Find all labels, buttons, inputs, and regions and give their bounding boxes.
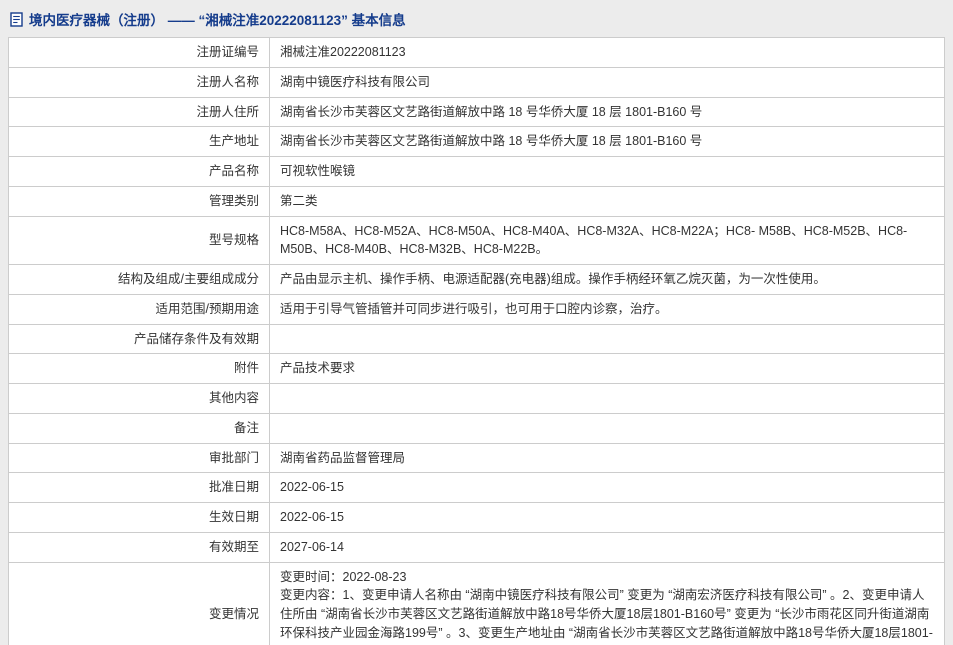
table-row: 生产地址 湖南省长沙市芙蓉区文艺路街道解放中路 18 号华侨大厦 18 层 180… xyxy=(8,126,945,157)
table-row: 产品名称 可视软性喉镜 xyxy=(8,156,945,187)
row-label: 审批部门 xyxy=(8,442,270,474)
table-row: 备注 xyxy=(8,412,945,444)
table-row: 产品储存条件及有效期 xyxy=(8,323,945,355)
table-row: 注册人住所 湖南省长沙市芙蓉区文艺路街道解放中路 18 号华侨大厦 18 层 18… xyxy=(8,96,945,128)
row-value: 变更时间：2022-08-23 变更内容：1、变更申请人名称由 “湖南中镜医疗科… xyxy=(269,561,945,645)
table-row: 型号规格 HC8-M58A、HC8-M52A、HC8-M50A、HC8-M40A、… xyxy=(8,215,945,265)
row-value: 可视软性喉镜 xyxy=(269,156,945,187)
row-label: 管理类别 xyxy=(8,185,270,217)
row-value xyxy=(269,383,945,414)
info-table-body: 注册证编号 湘械注准20222081123 注册人名称 湖南中镜医疗科技有限公司 注册人… xyxy=(8,37,945,645)
row-label: 注册证编号 xyxy=(8,37,270,68)
row-value: 湖南省长沙市芙蓉区文艺路街道解放中路 18 号华侨大厦 18 层 1801-B1… xyxy=(269,96,945,128)
row-label: 型号规格 xyxy=(8,215,270,265)
row-label: 附件 xyxy=(8,353,270,384)
row-label: 其他内容 xyxy=(8,383,270,414)
row-label: 变更情况 xyxy=(8,561,270,645)
table-row: 适用范围/预期用途 适用于引导气管插管并可同步进行吸引，也可用于口腔内诊察，治疗。 xyxy=(8,293,945,325)
row-value: 湘械注准20222081123 xyxy=(269,37,945,68)
row-value: 2022-06-15 xyxy=(269,472,945,503)
page-header: 境内医疗器械（注册） —— “湘械注准20222081123” 基本信息 xyxy=(0,0,953,36)
info-table: 注册证编号 湘械注准20222081123 注册人名称 湖南中镜医疗科技有限公司 注册人… xyxy=(8,37,945,645)
row-value: 产品技术要求 xyxy=(269,353,945,384)
table-row: 注册证编号 湘械注准20222081123 xyxy=(8,37,945,68)
document-icon xyxy=(10,11,23,27)
table-row: 管理类别 第二类 xyxy=(8,185,945,217)
row-label: 生效日期 xyxy=(8,502,270,533)
row-label: 有效期至 xyxy=(8,531,270,563)
row-label: 产品储存条件及有效期 xyxy=(8,323,270,355)
table-row: 审批部门 湖南省药品监督管理局 xyxy=(8,442,945,474)
table-row: 其他内容 xyxy=(8,383,945,414)
table-row: 有效期至 2027-06-14 xyxy=(8,531,945,563)
row-value xyxy=(269,412,945,444)
table-row: 变更情况 变更时间：2022-08-23 变更内容：1、变更申请人名称由 “湖南中… xyxy=(8,561,945,645)
table-row: 生效日期 2022-06-15 xyxy=(8,502,945,533)
row-label: 适用范围/预期用途 xyxy=(8,293,270,325)
table-row: 结构及组成/主要组成成分 产品由显示主机、操作手柄、电源适配器(充电器)组成。操作… xyxy=(8,264,945,295)
row-label: 结构及组成/主要组成成分 xyxy=(8,264,270,295)
row-value xyxy=(269,323,945,355)
row-value: 湖南省长沙市芙蓉区文艺路街道解放中路 18 号华侨大厦 18 层 1801-B1… xyxy=(269,126,945,157)
row-label: 生产地址 xyxy=(8,126,270,157)
page-title: 境内医疗器械（注册） —— “湘械注准20222081123” 基本信息 xyxy=(29,13,406,28)
row-value: 湖南省药品监督管理局 xyxy=(269,442,945,474)
row-value: HC8-M58A、HC8-M52A、HC8-M50A、HC8-M40A、HC8-… xyxy=(269,215,945,265)
row-label: 批准日期 xyxy=(8,472,270,503)
row-label: 产品名称 xyxy=(8,156,270,187)
row-label: 备注 xyxy=(8,412,270,444)
row-value: 2022-06-15 xyxy=(269,502,945,533)
row-value: 产品由显示主机、操作手柄、电源适配器(充电器)组成。操作手柄经环氧乙烷灭菌，为一… xyxy=(269,264,945,295)
row-value: 2027-06-14 xyxy=(269,531,945,563)
page: 境内医疗器械（注册） —— “湘械注准20222081123” 基本信息 注册证… xyxy=(0,0,953,645)
table-row: 附件 产品技术要求 xyxy=(8,353,945,384)
row-label: 注册人住所 xyxy=(8,96,270,128)
row-value: 湖南中镜医疗科技有限公司 xyxy=(269,66,945,98)
table-row: 批准日期 2022-06-15 xyxy=(8,472,945,503)
row-label: 注册人名称 xyxy=(8,66,270,98)
row-value: 第二类 xyxy=(269,185,945,217)
table-row: 注册人名称 湖南中镜医疗科技有限公司 xyxy=(8,66,945,98)
row-value: 适用于引导气管插管并可同步进行吸引，也可用于口腔内诊察，治疗。 xyxy=(269,293,945,325)
